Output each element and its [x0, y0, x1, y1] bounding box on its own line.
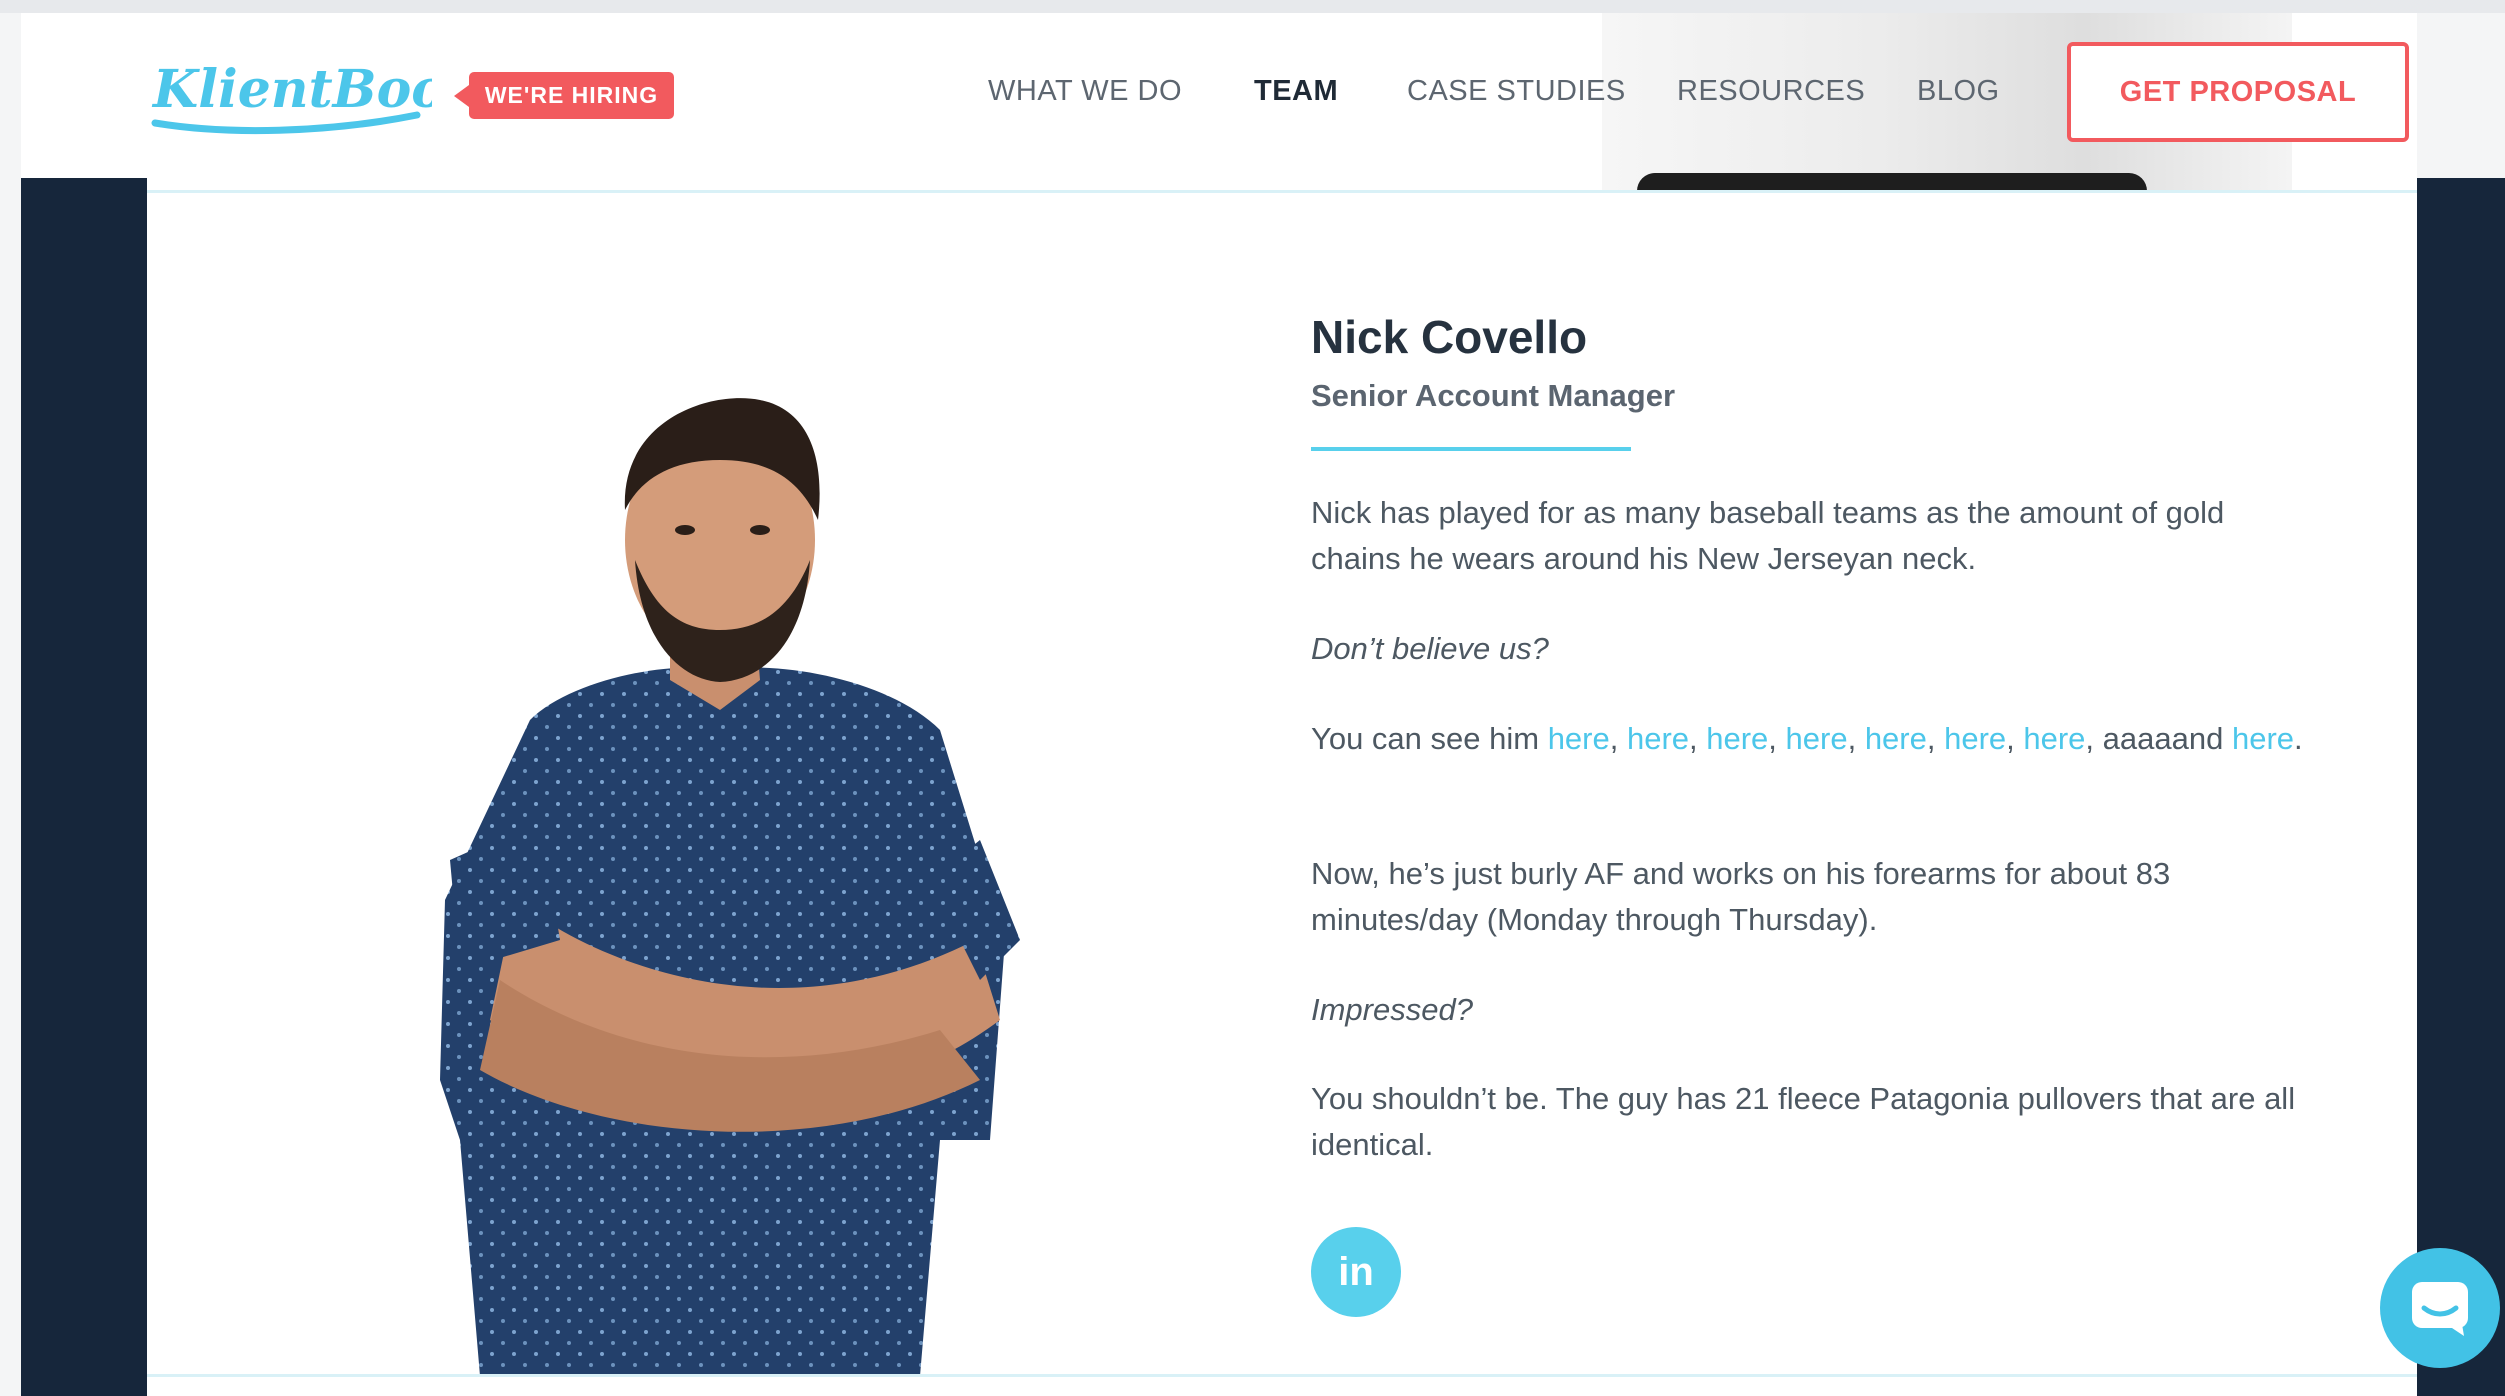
- bio-text: You can see him: [1311, 721, 1548, 756]
- bio-question: Impressed?: [1311, 992, 1473, 1027]
- browser-top-edge: [0, 0, 2505, 13]
- header-photo-dark-area: [1637, 173, 2147, 191]
- team-member-photo: [440, 398, 1020, 1376]
- get-proposal-button[interactable]: GET PROPOSAL: [2067, 42, 2409, 142]
- page-gutter-left: [0, 13, 21, 1396]
- chat-bubble-icon[interactable]: [2380, 1248, 2500, 1368]
- nav-blog[interactable]: BLOG: [1917, 75, 2000, 115]
- dark-background-left: [21, 178, 147, 1396]
- here-link-7[interactable]: here: [2023, 721, 2085, 756]
- nav-team[interactable]: TEAM: [1254, 75, 1338, 115]
- bio-paragraph-4: Now, he’s just burly AF and works on his…: [1311, 856, 2171, 937]
- chat-glyph: [2412, 1282, 2468, 1336]
- bio-paragraph-3: You can see him here, here, here, here, …: [1311, 721, 2303, 756]
- nav-what-we-do[interactable]: WHAT WE DO: [988, 75, 1182, 115]
- nav-resources[interactable]: RESOURCES: [1677, 75, 1865, 115]
- here-link-5[interactable]: here: [1865, 721, 1927, 756]
- title-divider: [1311, 447, 1631, 451]
- here-link-6[interactable]: here: [1944, 721, 2006, 756]
- bio-text: , aaaaand: [2085, 721, 2224, 756]
- member-title: Senior Account Manager: [1311, 378, 1676, 413]
- bio-question: Don’t believe us?: [1311, 631, 1549, 666]
- linkedin-icon[interactable]: in: [1311, 1227, 1401, 1317]
- nav-case-studies[interactable]: CASE STUDIES: [1407, 75, 1626, 115]
- hiring-badge-pointer: [454, 85, 469, 107]
- here-link-8[interactable]: here: [2232, 721, 2294, 756]
- bio-paragraph-1: Nick has played for as many baseball tea…: [1311, 495, 2225, 576]
- member-name: Nick Covello: [1311, 311, 1588, 363]
- here-link-3[interactable]: here: [1706, 721, 1768, 756]
- here-link-2[interactable]: here: [1627, 721, 1689, 756]
- dark-background-right: [2417, 178, 2505, 1396]
- bio-paragraph-2: Don’t believe us?: [1311, 626, 2321, 672]
- bio-paragraph-6: You shouldn’t be. The guy has 21 fleece …: [1311, 1081, 2296, 1162]
- svg-text:KlientBoost: KlientBoost: [151, 59, 432, 120]
- here-link-1[interactable]: here: [1548, 721, 1610, 756]
- klientboost-logo[interactable]: KlientBoost: [147, 45, 432, 140]
- bio-text: .: [2294, 721, 2303, 756]
- bio-paragraph-5: Impressed?: [1311, 987, 2321, 1033]
- linkedin-label: in: [1338, 1249, 1374, 1294]
- here-link-4[interactable]: here: [1786, 721, 1848, 756]
- page-gutter-right: [2417, 13, 2505, 178]
- card-bottom-area: [147, 1377, 2417, 1396]
- hiring-badge[interactable]: WE'RE HIRING: [469, 72, 674, 119]
